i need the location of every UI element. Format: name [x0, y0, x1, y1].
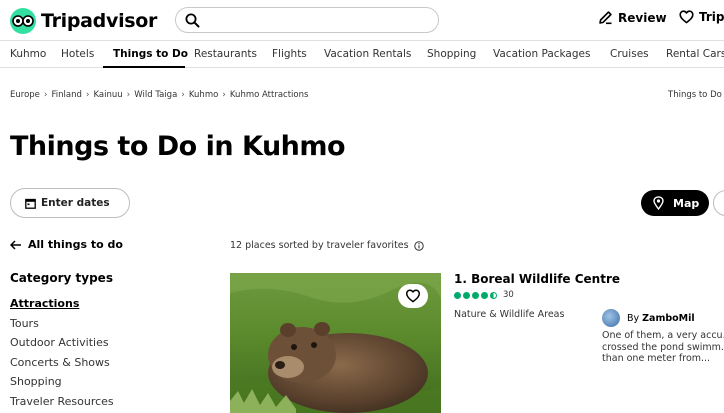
- review-count[interactable]: 30: [503, 290, 514, 300]
- all-things-to-do-link[interactable]: All things to do: [10, 238, 123, 251]
- nav-item-flights[interactable]: Flights: [272, 41, 307, 68]
- heart-outline-icon: [405, 289, 421, 303]
- calendar-icon: [25, 198, 36, 209]
- review-snippet: One of them, a very accu... crossed the …: [602, 330, 724, 364]
- tripadvisor-logo[interactable]: Tripadvisor: [10, 8, 157, 34]
- rating-bubble: [454, 291, 461, 299]
- nav-item-shopping[interactable]: Shopping: [427, 41, 476, 68]
- category-traveler-resources[interactable]: Traveler Resources: [10, 395, 114, 408]
- nav-item-restaurants[interactable]: Restaurants: [194, 41, 257, 68]
- map-button[interactable]: Map: [641, 190, 709, 216]
- chevron-right-icon: ›: [181, 90, 185, 100]
- chevron-right-icon: ›: [85, 90, 90, 100]
- rating-bubble: [490, 291, 497, 299]
- avatar[interactable]: [602, 309, 620, 327]
- review-button[interactable]: Review: [598, 10, 667, 25]
- filter-button[interactable]: [713, 190, 724, 216]
- chevron-right-icon: ›: [126, 90, 131, 100]
- breadcrumb-item[interactable]: Wild Taiga: [134, 90, 177, 100]
- nav-item-cruises[interactable]: Cruises: [610, 41, 649, 68]
- enter-dates-button[interactable]: Enter dates: [10, 188, 130, 218]
- pencil-icon: [599, 11, 612, 25]
- nav-item-vacation-rentals[interactable]: Vacation Rentals: [324, 41, 411, 68]
- trips-button[interactable]: Trips: [679, 10, 724, 24]
- rating-bubble: [463, 291, 470, 299]
- chevron-right-icon: ›: [43, 90, 48, 100]
- nav-item-kuhmo[interactable]: Kuhmo: [10, 41, 46, 68]
- chevron-right-icon: ›: [222, 90, 226, 100]
- trips-label: Trips: [699, 10, 724, 24]
- rating-bubble: [472, 291, 479, 299]
- category-outdoor-activities[interactable]: Outdoor Activities: [10, 336, 109, 349]
- search-icon: [185, 13, 200, 28]
- attraction-category: Nature & Wildlife Areas: [454, 309, 565, 320]
- save-to-trip-button[interactable]: [398, 284, 428, 308]
- enter-dates-label: Enter dates: [41, 197, 110, 209]
- nav-item-rental-cars[interactable]: Rental Cars: [666, 41, 724, 68]
- nav-item-vacation-packages[interactable]: Vacation Packages: [493, 41, 590, 68]
- breadcrumb: Europe › Finland › Kainuu › Wild Taiga › Kuh…: [10, 90, 308, 100]
- map-label: Map: [673, 196, 700, 210]
- search-bar[interactable]: [175, 7, 439, 33]
- review-by-label: By: [627, 312, 640, 324]
- sort-text: 12 places sorted by traveler favorites: [230, 240, 409, 251]
- breadcrumb-current: Kuhmo Attractions: [229, 90, 309, 100]
- category-tours[interactable]: Tours: [10, 317, 39, 330]
- category-attractions[interactable]: Attractions: [10, 297, 79, 310]
- sort-info: 12 places sorted by traveler favorites: [230, 240, 424, 251]
- breadcrumb-item[interactable]: Kainuu: [94, 90, 123, 100]
- primary-nav: Kuhmo Hotels Things to Do Restaurants Fl…: [0, 40, 724, 68]
- breadcrumb-right-text: Things to Do in: [668, 90, 724, 100]
- review-label: Review: [618, 10, 667, 25]
- category-types-heading: Category types: [10, 271, 113, 285]
- review-author: By ZamboMil: [602, 309, 695, 327]
- heart-icon: [679, 10, 694, 24]
- info-icon[interactable]: [413, 240, 424, 251]
- page-title: Things to Do in Kuhmo: [10, 131, 346, 162]
- search-input[interactable]: [208, 11, 434, 31]
- arrow-left-icon: [10, 239, 21, 250]
- back-label: All things to do: [28, 238, 123, 251]
- rating-bubbles: 30: [454, 290, 514, 300]
- nav-item-things-to-do[interactable]: Things to Do: [103, 41, 188, 68]
- breadcrumb-item[interactable]: Europe: [10, 90, 40, 100]
- brand-name: Tripadvisor: [41, 10, 158, 32]
- category-shopping[interactable]: Shopping: [10, 375, 62, 388]
- nav-item-hotels[interactable]: Hotels: [61, 41, 94, 68]
- breadcrumb-item[interactable]: Kuhmo: [189, 90, 218, 100]
- rating-bubble: [481, 291, 488, 299]
- category-concerts-shows[interactable]: Concerts & Shows: [10, 356, 110, 369]
- attraction-title[interactable]: 1. Boreal Wildlife Centre: [454, 272, 620, 286]
- reviewer-name[interactable]: ZamboMil: [642, 313, 695, 324]
- owl-eyes-icon: [10, 8, 36, 34]
- breadcrumb-item[interactable]: Finland: [52, 90, 82, 100]
- map-pin-icon: [653, 196, 664, 210]
